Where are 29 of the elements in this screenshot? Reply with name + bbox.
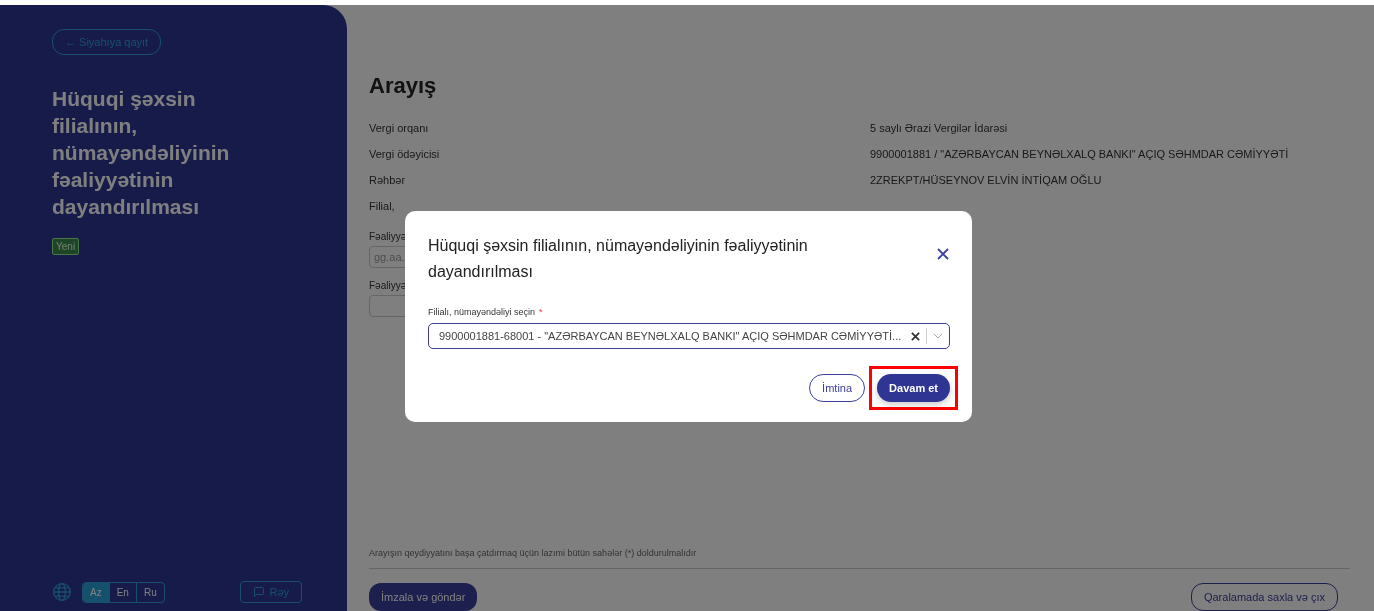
detail-label: Vergi orqanı bbox=[369, 122, 430, 134]
detail-value: 9900001881 / "AZƏRBAYCAN BEYNƏLXALQ BANKI" AÇIQ SƏHMDAR CƏMİYYƏTİ bbox=[870, 148, 1290, 160]
clear-icon[interactable] bbox=[911, 331, 920, 341]
required-mark: * bbox=[539, 307, 543, 317]
page-title: Hüquqi şəxsin filialının, nümayəndəliyinin fəaliyyətinin dayandırılması bbox=[52, 86, 231, 220]
detail-value: 5 saylı Ərazi Vergilər İdarəsi bbox=[870, 122, 1009, 134]
chat-bubble-icon bbox=[253, 586, 266, 598]
select-label: Filialı, nümayəndəliyi seçin * bbox=[428, 307, 544, 317]
globe-icon bbox=[52, 582, 72, 602]
close-button[interactable] bbox=[936, 247, 950, 261]
language-button[interactable]: En bbox=[108, 582, 136, 602]
sign-button[interactable]: İmzala və göndər bbox=[369, 583, 478, 611]
branch-select[interactable]: 9900001881-68001 - "AZƏRBAYCAN BEYNƏLXALQ BANKI" AÇIQ SƏHMDAR CƏMİYYƏTİ... bbox=[428, 323, 950, 349]
chevron-down-icon bbox=[933, 333, 943, 339]
language-button[interactable]: Az bbox=[83, 582, 109, 602]
detail-label: Rəhbər bbox=[369, 174, 407, 186]
detail-label: Vergi ödəyicisi bbox=[369, 148, 441, 160]
continue-button[interactable]: Davam et bbox=[877, 374, 950, 402]
required-note: Arayışın qeydiyyatını başa çatdırmaq üçün lazımi bütün sahələr (*) doldurulmalıdır bbox=[369, 548, 1350, 569]
draft-button[interactable]: Qaralamada saxla və çıx bbox=[1190, 583, 1338, 611]
field-label: Fəaliyyə bbox=[369, 231, 407, 242]
modal-title: Hüquqi şəxsin filialının, nümayəndəliyinin fəaliyyətinin dayandırılması bbox=[428, 236, 809, 282]
cancel-button[interactable]: İmtina bbox=[809, 374, 866, 402]
language-button[interactable]: Ru bbox=[135, 582, 164, 602]
field-label: Fəaliyyə bbox=[369, 280, 407, 291]
detail-label: Filial, bbox=[369, 200, 396, 212]
status-badge: Yeni bbox=[52, 238, 80, 255]
section-heading: Arayış bbox=[369, 73, 438, 99]
detail-value: 2ZREKPT/HÜSEYNOV ELVİN İNTİQAM OĞLU bbox=[870, 174, 1103, 186]
